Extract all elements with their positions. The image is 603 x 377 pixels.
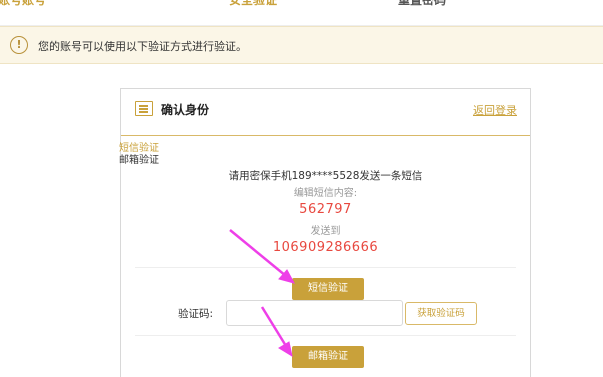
step-bar: 账号账号 安全验证 重置密码 xyxy=(0,0,603,26)
card-divider xyxy=(121,135,530,136)
back-to-login-link[interactable]: 返回登录 xyxy=(473,102,517,118)
get-code-button[interactable]: 获取验证码 xyxy=(405,302,477,325)
sms-verify-button[interactable]: 短信验证 xyxy=(292,278,364,300)
notice-text: 您的账号可以使用以下验证方式进行验证。 xyxy=(38,40,247,53)
info-icon: ! xyxy=(10,36,28,54)
method-email[interactable]: 邮箱验证 xyxy=(119,151,159,166)
step-reset-password: 重置密码 xyxy=(398,0,447,7)
code-input[interactable] xyxy=(226,300,403,326)
document-icon xyxy=(135,101,153,116)
page: 账号账号 安全验证 重置密码 ! 您的账号可以使用以下验证方式进行验证。 确认身… xyxy=(0,0,603,377)
send-to-number: 106909286666 xyxy=(272,240,379,255)
step-security-verify: 安全验证 xyxy=(229,0,278,7)
send-to-label: 发送到 xyxy=(310,226,341,237)
identity-card: 确认身份 返回登录 短信验证 邮箱验证 请用密保手机189****5528发送一… xyxy=(119,88,531,377)
email-verify-button[interactable]: 邮箱验证 xyxy=(292,346,364,368)
notice-bar: ! 您的账号可以使用以下验证方式进行验证。 xyxy=(0,26,603,64)
code-label: 验证码: xyxy=(178,308,214,320)
divider xyxy=(135,267,516,268)
card-title: 确认身份 xyxy=(161,103,210,117)
edit-sms-label: 编辑短信内容: xyxy=(293,188,358,199)
step-account: 账号账号 xyxy=(0,0,47,7)
sms-instruction: 请用密保手机189****5528发送一条短信 xyxy=(228,170,423,182)
divider xyxy=(135,335,516,336)
sms-code: 562797 xyxy=(299,202,352,217)
